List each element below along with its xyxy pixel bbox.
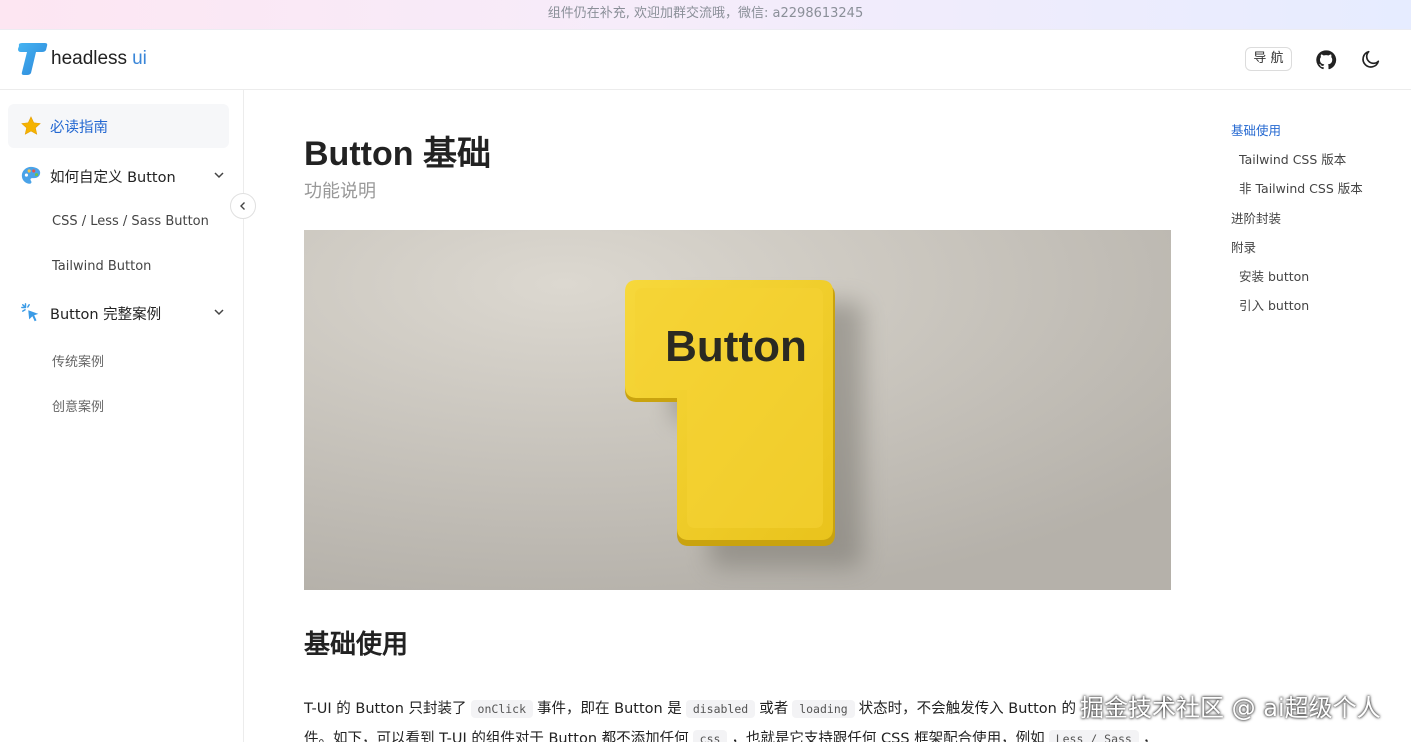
sidebar-item-button-examples[interactable]: Button 完整案例	[8, 291, 229, 335]
code-disabled: disabled	[685, 700, 756, 718]
code-less-sass: Less / Sass	[1048, 730, 1139, 742]
code-loading: loading	[792, 700, 855, 718]
toc-item-tailwind-version[interactable]: Tailwind CSS 版本	[1239, 149, 1346, 168]
sidebar: 必读指南 如何自定义 Button CSS / Less / Sass Butt…	[0, 90, 244, 742]
toc-item-import-button[interactable]: 引入 button	[1239, 295, 1309, 314]
sidebar-item-css-less-sass[interactable]: CSS / Less / Sass Button	[52, 214, 209, 229]
star-icon	[18, 113, 44, 139]
toc-item-install-button[interactable]: 安装 button	[1239, 266, 1309, 285]
announcement-bar: 组件仍在补充, 欢迎加群交流哦，微信: a2298613245	[0, 0, 1411, 30]
sidebar-item-label: 如何自定义 Button	[50, 169, 176, 186]
hero-button-text: Button	[665, 322, 807, 371]
sidebar-item-label: Button 完整案例	[50, 306, 162, 323]
github-icon[interactable]	[1315, 49, 1337, 71]
chevron-left-icon	[240, 202, 245, 210]
hero-image: Button	[304, 230, 1171, 590]
sidebar-item-label: 必读指南	[50, 119, 108, 136]
sidebar-item-creative[interactable]: 创意案例	[52, 396, 104, 415]
sidebar-item-traditional[interactable]: 传统案例	[52, 351, 104, 370]
nav-button[interactable]: 导 航	[1245, 47, 1292, 71]
toc-item-advanced[interactable]: 进阶封装	[1231, 208, 1281, 227]
toc-item-basic-usage[interactable]: 基础使用	[1231, 120, 1281, 139]
paragraph-intro: T-UI 的 Button 只封装了 onClick 事件，即在 Button 是d…	[304, 694, 1184, 742]
sidebar-collapse-button[interactable]	[230, 193, 256, 219]
code-css: css	[692, 730, 728, 742]
moon-icon[interactable]	[1360, 48, 1382, 70]
sidebar-item-guide[interactable]: 必读指南	[8, 104, 229, 148]
page-subtitle: 功能说明	[304, 181, 376, 202]
logo-t-icon	[18, 43, 48, 75]
logo[interactable]: headless ui	[16, 42, 147, 76]
watermark: 掘金技术社区 @ ai超级个人	[1080, 694, 1381, 722]
toc-item-appendix[interactable]: 附录	[1231, 237, 1256, 256]
top-navbar: headless ui 导 航	[0, 30, 1411, 90]
code-onclick: onClick	[470, 700, 534, 718]
toc-item-non-tailwind-version[interactable]: 非 Tailwind CSS 版本	[1239, 178, 1363, 197]
sparkle-click-icon	[18, 300, 44, 326]
chevron-down-icon[interactable]	[213, 169, 225, 181]
palette-icon	[18, 163, 44, 189]
sidebar-item-customize-button[interactable]: 如何自定义 Button	[8, 154, 229, 198]
page-title: Button 基础	[304, 135, 491, 173]
logo-text: headless ui	[51, 48, 147, 69]
sidebar-item-tailwind[interactable]: Tailwind Button	[52, 259, 151, 274]
chevron-down-icon[interactable]	[213, 306, 225, 318]
section-title-basic-usage: 基础使用	[304, 630, 409, 660]
